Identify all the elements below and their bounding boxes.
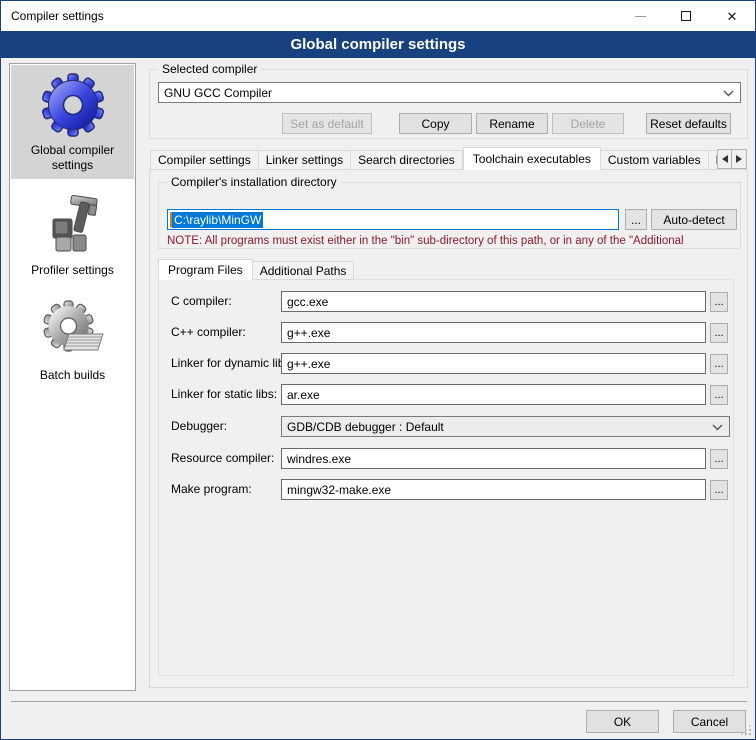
footer-divider — [11, 701, 747, 702]
cpp-compiler-row: C++ compiler: g++.exe ... — [159, 322, 735, 344]
minimize-icon — [635, 16, 646, 17]
compiler-settings-dialog: Compiler settings ✕ Global compiler sett… — [0, 0, 756, 740]
page-title: Global compiler settings — [1, 31, 755, 58]
debugger-select[interactable]: GDB/CDB debugger : Default — [281, 416, 730, 437]
window-title: Compiler settings — [1, 9, 104, 23]
sidebar-item-profiler-settings[interactable]: Profiler settings — [11, 185, 134, 284]
browse-directory-button[interactable]: ... — [625, 209, 647, 230]
cpp-compiler-input[interactable]: g++.exe — [281, 322, 706, 343]
minimize-button[interactable] — [617, 1, 663, 31]
resource-compiler-label: Resource compiler: — [171, 451, 274, 465]
settings-tab-bar: Compiler settings Linker settings Search… — [150, 147, 748, 170]
maximize-button[interactable] — [663, 1, 709, 31]
dynamic-linker-input[interactable]: g++.exe — [281, 353, 706, 374]
installation-directory-legend: Compiler's installation directory — [167, 175, 341, 189]
gear-stack-icon — [41, 298, 105, 362]
c-compiler-label: C compiler: — [171, 294, 232, 308]
debugger-label: Debugger: — [171, 419, 227, 433]
c-compiler-row: C compiler: gcc.exe ... — [159, 291, 735, 313]
gear-blue-icon — [41, 73, 105, 137]
make-program-input[interactable]: mingw32-make.exe — [281, 479, 706, 500]
delete-button[interactable]: Delete — [552, 113, 624, 134]
reset-defaults-button[interactable]: Reset defaults — [646, 113, 731, 134]
tab-search-directories[interactable]: Search directories — [351, 150, 463, 170]
cancel-button[interactable]: Cancel — [673, 710, 746, 733]
debugger-row: Debugger: GDB/CDB debugger : Default — [159, 416, 735, 438]
dynamic-linker-label: Linker for dynamic libs: — [171, 356, 294, 370]
close-button[interactable]: ✕ — [709, 1, 755, 31]
selected-compiler-legend: Selected compiler — [158, 62, 261, 76]
bin-subdirectory-note: NOTE: All programs must exist either in … — [167, 235, 737, 247]
set-as-default-button[interactable]: Set as default — [282, 113, 372, 134]
rename-button[interactable]: Rename — [476, 113, 548, 134]
tab-program-files[interactable]: Program Files — [158, 259, 253, 280]
resource-compiler-value: windres.exe — [287, 452, 351, 466]
tab-toolchain-executables[interactable]: Toolchain executables — [463, 147, 601, 170]
resource-compiler-browse-button[interactable]: ... — [710, 449, 728, 469]
settings-category-list: Global compiler settings — [9, 63, 136, 691]
c-compiler-browse-button[interactable]: ... — [710, 292, 728, 312]
static-linker-row: Linker for static libs: ar.exe ... — [159, 384, 735, 406]
make-program-browse-button[interactable]: ... — [710, 480, 728, 500]
tab-additional-paths[interactable]: Additional Paths — [253, 261, 355, 280]
sidebar-item-batch-builds[interactable]: Batch builds — [11, 290, 134, 389]
static-linker-label: Linker for static libs: — [171, 387, 277, 401]
c-compiler-value: gcc.exe — [287, 295, 328, 309]
tab-compiler-settings[interactable]: Compiler settings — [150, 150, 259, 170]
sidebar-item-label: Batch builds — [13, 368, 132, 383]
copy-button[interactable]: Copy — [399, 113, 472, 134]
installation-directory-group: Compiler's installation directory C:\ray… — [158, 182, 741, 249]
dynamic-linker-row: Linker for dynamic libs: g++.exe ... — [159, 353, 735, 375]
maximize-icon — [681, 11, 691, 21]
cpp-compiler-browse-button[interactable]: ... — [710, 323, 728, 343]
resource-compiler-input[interactable]: windres.exe — [281, 448, 706, 469]
make-program-value: mingw32-make.exe — [287, 483, 391, 497]
tab-custom-variables[interactable]: Custom variables — [601, 150, 709, 170]
compiler-select-value: GNU GCC Compiler — [164, 86, 272, 100]
program-files-panel: C compiler: gcc.exe ... C++ compiler: g+… — [158, 279, 734, 676]
cpp-compiler-value: g++.exe — [287, 326, 330, 340]
debugger-value: GDB/CDB debugger : Default — [287, 420, 444, 434]
selected-compiler-group: Selected compiler GNU GCC Compiler Set a… — [149, 69, 748, 139]
installation-directory-value: C:\raylib\MinGW — [172, 212, 263, 228]
arrow-left-icon — [722, 155, 728, 163]
static-linker-value: ar.exe — [287, 388, 320, 402]
arrow-right-icon — [736, 155, 742, 163]
dynamic-linker-value: g++.exe — [287, 357, 330, 371]
installation-directory-input[interactable]: C:\raylib\MinGW — [167, 209, 619, 230]
make-program-label: Make program: — [171, 482, 252, 496]
compiler-select[interactable]: GNU GCC Compiler — [158, 82, 741, 103]
sidebar-item-label: Global compiler settings — [13, 143, 132, 173]
close-icon: ✕ — [727, 10, 738, 23]
static-linker-input[interactable]: ar.exe — [281, 384, 706, 405]
ok-button[interactable]: OK — [586, 710, 659, 733]
tab-scroll-arrows — [717, 149, 747, 169]
caption-buttons: ✕ — [617, 1, 755, 31]
resource-compiler-row: Resource compiler: windres.exe ... — [159, 448, 735, 470]
tab-scroll-right-button[interactable] — [732, 149, 747, 169]
resize-grip[interactable] — [740, 724, 752, 736]
c-compiler-input[interactable]: gcc.exe — [281, 291, 706, 312]
cpp-compiler-label: C++ compiler: — [171, 325, 246, 339]
program-files-tab-bar: Program Files Additional Paths — [158, 259, 354, 280]
tab-linker-settings[interactable]: Linker settings — [259, 150, 351, 170]
tab-scroll-left-button[interactable] — [717, 149, 732, 169]
toolchain-executables-panel: Compiler's installation directory C:\ray… — [149, 169, 748, 688]
chevron-down-icon — [723, 90, 734, 97]
static-linker-browse-button[interactable]: ... — [710, 385, 728, 405]
auto-detect-button[interactable]: Auto-detect — [651, 209, 737, 230]
caliper-icon — [41, 193, 105, 257]
sidebar-item-label: Profiler settings — [13, 263, 132, 278]
chevron-down-icon — [712, 424, 723, 431]
sidebar-item-global-compiler-settings[interactable]: Global compiler settings — [11, 65, 134, 179]
make-program-row: Make program: mingw32-make.exe ... — [159, 479, 735, 501]
dynamic-linker-browse-button[interactable]: ... — [710, 354, 728, 374]
